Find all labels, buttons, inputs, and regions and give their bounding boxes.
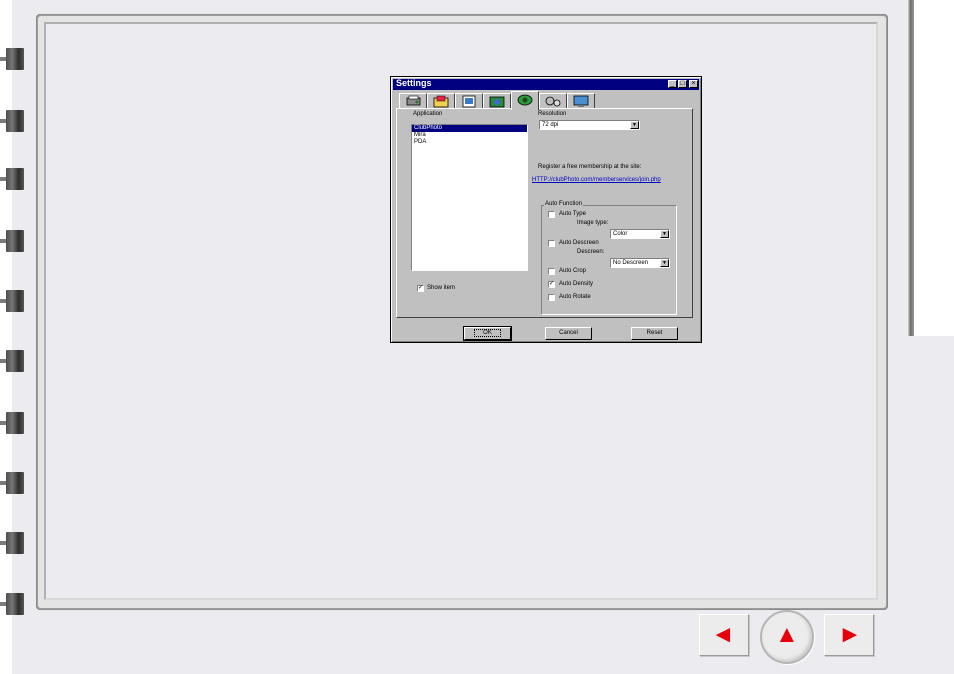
page-margin-left: [0, 0, 12, 674]
gears-icon: [545, 96, 561, 107]
settings-dialog: Settings _ □ × Application ClubPhoto Mir…: [390, 76, 702, 343]
ok-label: OK: [474, 329, 501, 337]
list-item[interactable]: Mira: [412, 132, 527, 139]
arrow-left-icon: ◄: [711, 621, 735, 648]
page-edge-rule: [908, 0, 914, 336]
binding-ring: [0, 110, 24, 132]
auto-rotate-label: Auto Rotate: [559, 294, 591, 300]
show-item-label: Show item: [427, 285, 456, 291]
tab-display[interactable]: [567, 93, 595, 109]
show-item-checkbox[interactable]: ✓: [417, 285, 424, 292]
globe-icon: [489, 96, 505, 108]
next-page-button[interactable]: ►: [824, 614, 874, 656]
application-list[interactable]: ClubPhoto Mira PDA: [411, 124, 528, 271]
descreen-label: Descreen:: [577, 249, 605, 255]
ok-button[interactable]: OK: [463, 326, 512, 341]
tab-folder[interactable]: [427, 93, 455, 109]
binding-ring: [0, 412, 24, 434]
list-item[interactable]: PDA: [412, 139, 527, 146]
binding-ring: [0, 472, 24, 494]
scanner-icon: [406, 95, 421, 106]
auto-function-label: Auto Function: [544, 201, 584, 207]
auto-rotate-checkbox[interactable]: [548, 294, 555, 301]
web-icon: [517, 94, 533, 106]
register-text: Register a free membership at the site:: [538, 164, 642, 170]
binding-ring: [0, 230, 24, 252]
close-button[interactable]: ×: [689, 80, 698, 88]
previous-page-button[interactable]: ◄: [699, 614, 749, 656]
list-item[interactable]: ClubPhoto: [412, 125, 527, 132]
resolution-select[interactable]: 72 dpi ▼: [539, 120, 640, 130]
binding-ring: [0, 350, 24, 372]
binding-ring: [0, 532, 24, 554]
auto-descreen-label: Auto Descreen: [559, 240, 599, 246]
folder-icon: [433, 95, 449, 108]
register-link[interactable]: HTTP://clubPhoto.com/memberservices/join…: [532, 177, 661, 183]
arrow-right-icon: ►: [838, 621, 862, 648]
reset-button[interactable]: Reset: [631, 327, 678, 340]
auto-density-label: Auto Density: [559, 281, 594, 287]
auto-type-checkbox[interactable]: [548, 211, 555, 218]
tab-scanner[interactable]: [399, 93, 427, 109]
page-margin-right: [910, 0, 954, 336]
minimize-button[interactable]: _: [668, 80, 677, 88]
tab-globe[interactable]: [483, 93, 511, 109]
descreen-select[interactable]: No Descreen ▼: [610, 258, 670, 268]
descreen-value: No Descreen: [613, 260, 649, 266]
tab-web[interactable]: [511, 91, 539, 110]
cancel-button[interactable]: Cancel: [545, 327, 592, 340]
binding-ring: [0, 290, 24, 312]
page-background-lower-right: [910, 336, 954, 674]
chevron-down-icon[interactable]: ▼: [660, 230, 669, 238]
binding-ring: [0, 168, 24, 190]
auto-density-checkbox[interactable]: ✓: [548, 281, 555, 288]
image-type-label: Image type:: [577, 220, 609, 226]
image-type-value: Color: [613, 231, 628, 237]
auto-crop-checkbox[interactable]: [548, 268, 555, 275]
up-button[interactable]: ▲: [760, 610, 814, 664]
auto-crop-label: Auto Crop: [559, 268, 587, 274]
display-icon: [573, 95, 589, 107]
chevron-down-icon[interactable]: ▼: [660, 259, 669, 267]
maximize-button[interactable]: □: [678, 80, 687, 88]
application-label: Application: [413, 111, 443, 117]
dialog-title: Settings: [396, 78, 432, 88]
auto-descreen-checkbox[interactable]: [548, 240, 555, 247]
arrow-up-icon: ▲: [775, 621, 799, 648]
binding-ring: [0, 48, 24, 70]
image-icon: [462, 95, 476, 108]
resolution-value: 72 dpi: [542, 122, 559, 128]
tab-gears[interactable]: [539, 93, 567, 109]
chevron-down-icon[interactable]: ▼: [630, 121, 639, 129]
tab-image[interactable]: [455, 93, 483, 109]
auto-type-label: Auto Type: [559, 211, 586, 217]
image-type-select[interactable]: Color ▼: [610, 229, 670, 239]
binding-ring: [0, 593, 24, 615]
dialog-titlebar: Settings _ □ ×: [393, 78, 699, 90]
resolution-label: Resolution: [538, 111, 567, 117]
